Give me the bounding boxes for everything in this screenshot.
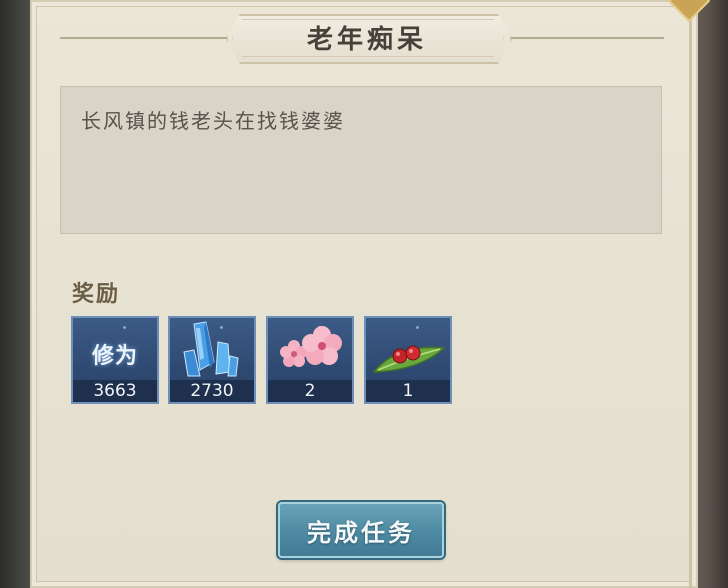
- title-divider-left: [60, 37, 228, 39]
- slot-sparkle: [123, 326, 126, 329]
- reward-slot-blossom[interactable]: 2: [266, 316, 354, 404]
- reward-count: 3663: [73, 380, 157, 402]
- quest-description: 长风镇的钱老头在找钱婆婆: [81, 109, 345, 133]
- reward-count: 2730: [170, 380, 254, 402]
- complete-quest-button[interactable]: 完成任务: [278, 502, 444, 558]
- reward-slot-xiuwei[interactable]: 修为 3663: [71, 316, 159, 404]
- xiuwei-icon: 修为: [91, 343, 138, 369]
- reward-slot-crystal[interactable]: 2730: [168, 316, 256, 404]
- reward-slot-berries[interactable]: 1: [364, 316, 452, 404]
- reward-count: 2: [268, 380, 352, 402]
- panel-border: [689, 0, 692, 588]
- title-divider-right: [508, 37, 664, 39]
- dialog-title: 老年痴呆: [306, 24, 427, 55]
- complete-quest-label: 完成任务: [307, 517, 415, 547]
- blue-crystal-icon: [183, 321, 239, 377]
- reward-label: 奖励: [72, 281, 121, 307]
- reward-count: 1: [366, 380, 450, 402]
- description-box: 长风镇的钱老头在找钱婆婆: [60, 86, 662, 234]
- red-berries-on-leaf-icon: [372, 345, 446, 373]
- peach-blossom-icon: [280, 326, 342, 367]
